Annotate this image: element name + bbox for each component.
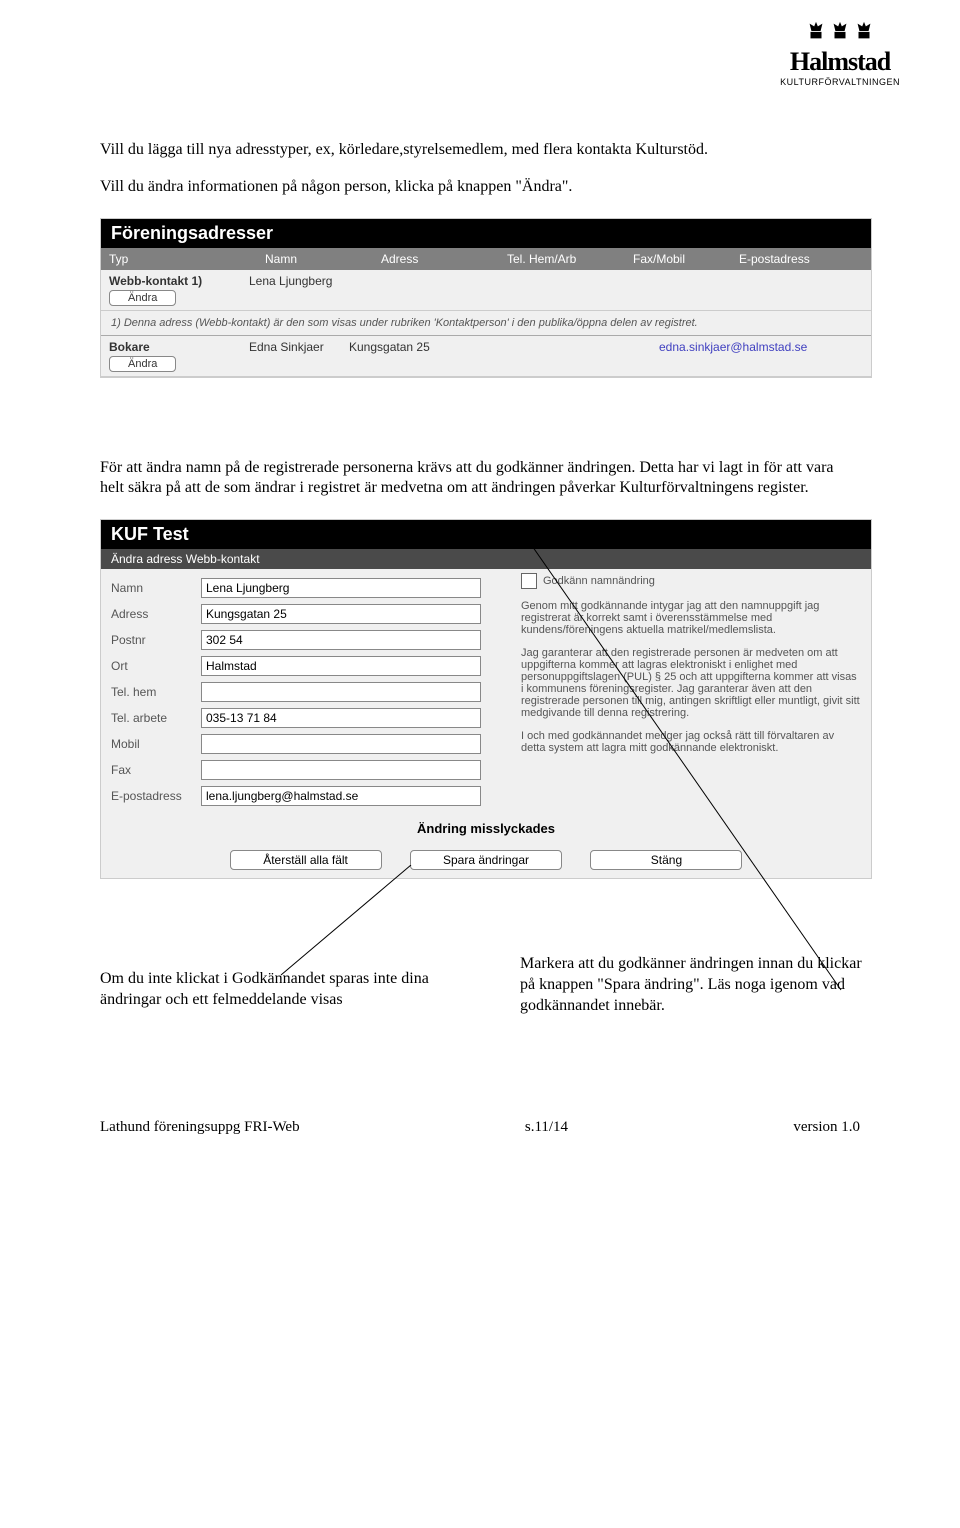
input-fax[interactable] xyxy=(201,760,481,780)
label-telarb: Tel. arbete xyxy=(111,711,201,725)
row-typ-label: Bokare xyxy=(109,340,249,354)
row-fax xyxy=(569,340,659,372)
table-header: Typ Namn Adress Tel. Hem/Arb Fax/Mobil E… xyxy=(101,248,871,270)
logo-text: Halmstad xyxy=(780,47,900,77)
th-typ: Typ xyxy=(101,248,257,270)
annotation-right: Markera att du godkänner ändringen innan… xyxy=(520,954,880,1016)
approve-p1: Genom mitt godkännande intygar jag att d… xyxy=(521,600,861,636)
footer-right: version 1.0 xyxy=(793,1119,860,1136)
input-mobil[interactable] xyxy=(201,734,481,754)
edit-panel: KUF Test Ändra adress Webb-kontakt Namn … xyxy=(100,519,872,879)
row-tel xyxy=(459,274,569,306)
th-epost: E-postadress xyxy=(731,248,871,270)
edit-button[interactable]: Ändra xyxy=(109,290,176,306)
label-adress: Adress xyxy=(111,607,201,621)
row-namn: Edna Sinkjaer xyxy=(249,340,349,372)
approve-p3: I och med godkännandet medger jag också … xyxy=(521,730,861,754)
approve-checkbox[interactable] xyxy=(521,573,537,589)
input-ort[interactable] xyxy=(201,656,481,676)
label-namn: Namn xyxy=(111,581,201,595)
edit-sub: Ändra adress Webb-kontakt xyxy=(101,549,871,569)
row-typ-label: Webb-kontakt 1) xyxy=(109,274,249,288)
mid-text: För att ändra namn på de registrerade pe… xyxy=(100,458,860,500)
table-row: Webb-kontakt 1) Ändra Lena Ljungberg xyxy=(101,270,871,311)
approve-p2: Jag garanterar att den registrerade pers… xyxy=(521,647,861,719)
th-fax: Fax/Mobil xyxy=(625,248,731,270)
edit-button[interactable]: Ändra xyxy=(109,356,176,372)
row-adress: Kungsgatan 25 xyxy=(349,340,459,372)
panel-note: 1) Denna adress (Webb-kontakt) är den so… xyxy=(101,311,871,336)
logo-sub: KULTURFÖRVALTNINGEN xyxy=(780,77,900,87)
footer-center: s.11/14 xyxy=(525,1119,568,1136)
label-fax: Fax xyxy=(111,763,201,777)
label-epost: E-postadress xyxy=(111,789,201,803)
logo: Halmstad KULTURFÖRVALTNINGEN xyxy=(780,20,900,87)
input-epost[interactable] xyxy=(201,786,481,806)
row-epost: edna.sinkjaer@halmstad.se xyxy=(659,340,863,372)
save-button[interactable]: Spara ändringar xyxy=(410,850,562,870)
input-adress[interactable] xyxy=(201,604,481,624)
intro-p1: Vill du lägga till nya adresstyper, ex, … xyxy=(100,140,860,161)
address-panel: Föreningsadresser Typ Namn Adress Tel. H… xyxy=(100,218,872,378)
label-mobil: Mobil xyxy=(111,737,201,751)
edit-title: KUF Test xyxy=(101,520,871,549)
label-postnr: Postnr xyxy=(111,633,201,647)
row-tel xyxy=(459,340,569,372)
input-telarb[interactable] xyxy=(201,708,481,728)
intro-p2: Vill du ändra informationen på någon per… xyxy=(100,177,860,198)
status-message: Ändring misslyckades xyxy=(101,815,871,842)
footer-left: Lathund föreningsuppg FRI-Web xyxy=(100,1119,300,1136)
table-row: Bokare Ändra Edna Sinkjaer Kungsgatan 25… xyxy=(101,336,871,377)
th-namn: Namn xyxy=(257,248,373,270)
row-fax xyxy=(569,274,659,306)
annotation-left: Om du inte klickat i Godkännandet sparas… xyxy=(100,969,450,1011)
input-postnr[interactable] xyxy=(201,630,481,650)
close-button[interactable]: Stäng xyxy=(590,850,742,870)
input-telhem[interactable] xyxy=(201,682,481,702)
panel-title: Föreningsadresser xyxy=(101,219,871,248)
crowns-icon xyxy=(780,20,900,47)
row-adress xyxy=(349,274,459,306)
approve-label: Godkänn namnändring xyxy=(543,575,655,587)
label-telhem: Tel. hem xyxy=(111,685,201,699)
reset-button[interactable]: Återställ alla fält xyxy=(230,850,382,870)
th-adress: Adress xyxy=(373,248,499,270)
input-namn[interactable] xyxy=(201,578,481,598)
row-epost xyxy=(659,274,863,306)
approval-text: Godkänn namnändring Genom mitt godkännan… xyxy=(511,569,871,769)
label-ort: Ort xyxy=(111,659,201,673)
row-namn: Lena Ljungberg xyxy=(249,274,349,306)
th-tel: Tel. Hem/Arb xyxy=(499,248,625,270)
